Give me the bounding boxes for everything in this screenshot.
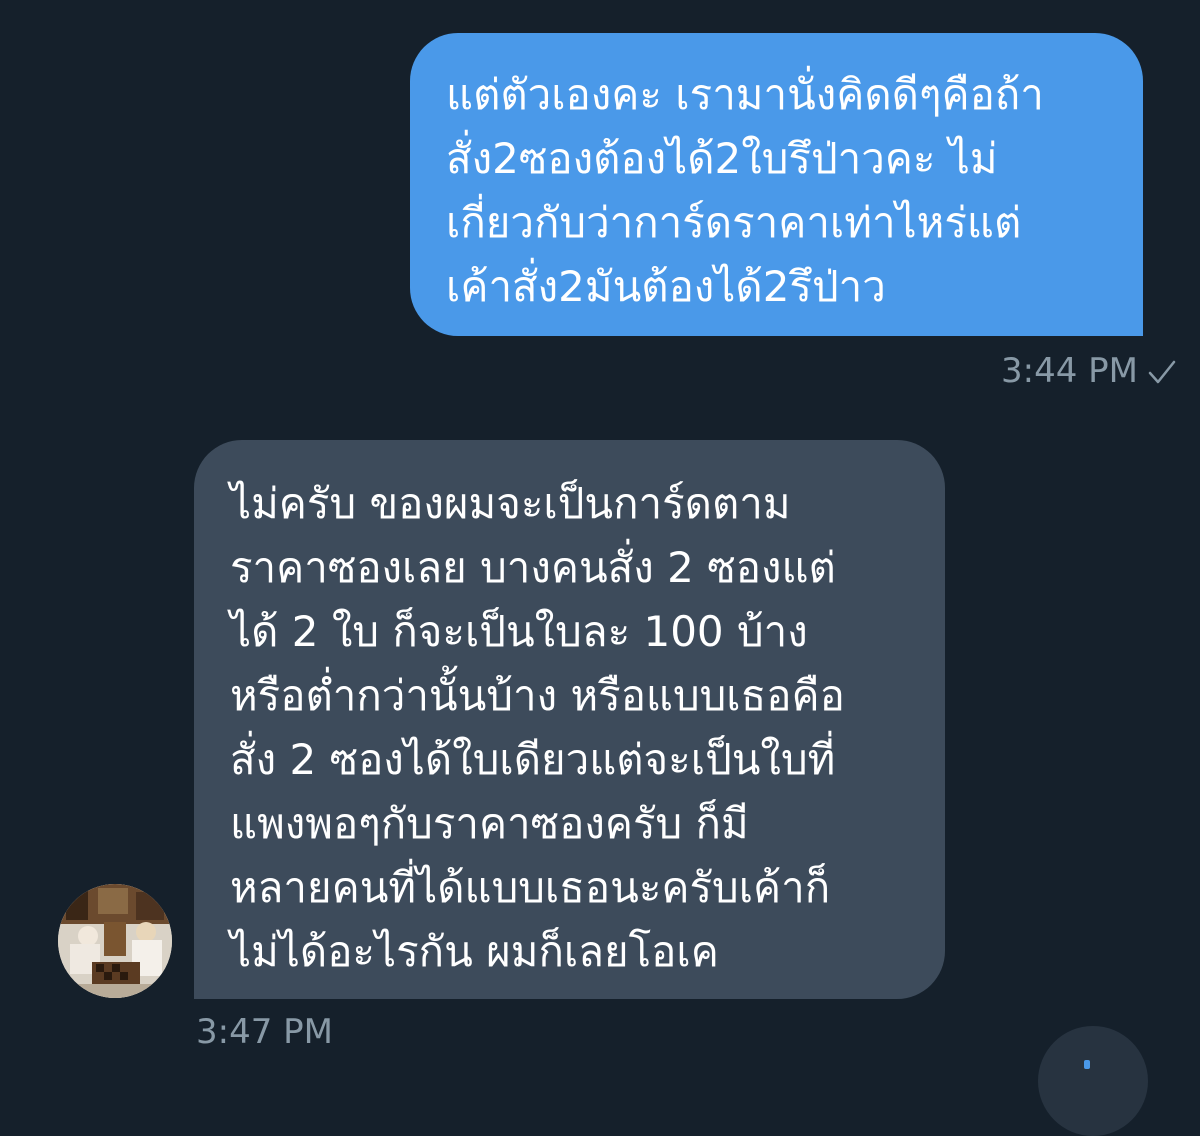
sent-message-time: 3:44 PM — [1001, 351, 1138, 391]
avatar[interactable] — [58, 884, 172, 998]
new-message-fab[interactable] — [1038, 1026, 1148, 1136]
compose-icon — [1084, 1060, 1090, 1069]
checkmark-icon — [1146, 351, 1178, 391]
received-message-bubble[interactable]: ไม่ครับ ของผมจะเป็นการ์ดตาม ราคาซองเลย บ… — [194, 440, 945, 999]
sent-message-bubble[interactable]: แต่ตัวเองคะ เรามานั่งคิดดีๆคือถ้า สั่ง2ซ… — [410, 33, 1143, 336]
received-message-time: 3:47 PM — [196, 1012, 333, 1052]
user-avatar-photo — [58, 884, 172, 998]
